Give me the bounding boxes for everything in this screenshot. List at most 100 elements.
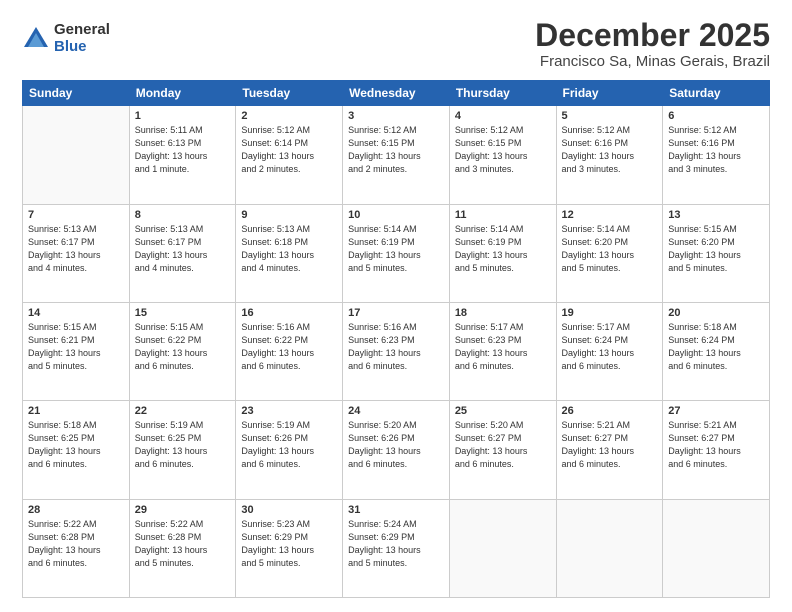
table-row: 9Sunrise: 5:13 AM Sunset: 6:18 PM Daylig… [236,204,343,302]
table-row: 27 Sunrise: 5:21 AM Sunset: 6:27 PM Dayli… [663,401,770,499]
table-row [663,499,770,597]
day-info: Sunrise: 5:18 AM Sunset: 6:24 PM Dayligh… [668,321,764,373]
day-number: 25 [455,405,551,417]
day-number: 16 [241,307,337,319]
page: General Blue December 2025 Francisco Sa,… [0,0,792,612]
day-info: Sunrise: 5:20 AM Sunset: 6:27 PM Dayligh… [455,419,551,471]
table-row: 29 Sunrise: 5:22 AM Sunset: 6:28 PM Dayli… [129,499,236,597]
location: Francisco Sa, Minas Gerais, Brazil [535,53,770,70]
table-row: 2 Sunrise: 5:12 AM Sunset: 6:14 PM Daylig… [236,106,343,204]
day-info: Sunrise: 5:17 AM Sunset: 6:23 PM Dayligh… [455,321,551,373]
table-row: 5 Sunrise: 5:12 AM Sunset: 6:16 PM Daylig… [556,106,663,204]
col-sunday: Sunday [23,81,130,106]
day-number: 24 [348,405,444,417]
month-title: December 2025 [535,18,770,53]
day-info: Sunrise: 5:22 AM Sunset: 6:28 PM Dayligh… [28,518,124,570]
table-row [449,499,556,597]
table-row: 23Sunrise: 5:19 AM Sunset: 6:26 PM Dayli… [236,401,343,499]
day-info: Sunrise: 5:17 AM Sunset: 6:24 PM Dayligh… [562,321,658,373]
logo: General Blue [22,22,110,55]
day-info: Sunrise: 5:16 AM Sunset: 6:22 PM Dayligh… [241,321,337,373]
col-wednesday: Wednesday [343,81,450,106]
day-number: 28 [28,504,124,516]
day-info: Sunrise: 5:12 AM Sunset: 6:16 PM Dayligh… [562,124,658,176]
day-number: 14 [28,307,124,319]
day-info: Sunrise: 5:12 AM Sunset: 6:14 PM Dayligh… [241,124,337,176]
table-row: 15 Sunrise: 5:15 AM Sunset: 6:22 PM Dayli… [129,302,236,400]
day-number: 4 [455,110,551,122]
day-number: 6 [668,110,764,122]
day-info: Sunrise: 5:13 AM Sunset: 6:17 PM Dayligh… [135,223,231,275]
day-number: 3 [348,110,444,122]
table-row: 12 Sunrise: 5:14 AM Sunset: 6:20 PM Dayli… [556,204,663,302]
day-info: Sunrise: 5:18 AM Sunset: 6:25 PM Dayligh… [28,419,124,471]
table-row: 4 Sunrise: 5:12 AM Sunset: 6:15 PM Daylig… [449,106,556,204]
day-info: Sunrise: 5:19 AM Sunset: 6:25 PM Dayligh… [135,419,231,471]
table-row: 3 Sunrise: 5:12 AM Sunset: 6:15 PM Daylig… [343,106,450,204]
day-info: Sunrise: 5:13 AM Sunset: 6:17 PM Dayligh… [28,223,124,275]
table-row: 25 Sunrise: 5:20 AM Sunset: 6:27 PM Dayli… [449,401,556,499]
day-number: 8 [135,209,231,221]
table-row: 24Sunrise: 5:20 AM Sunset: 6:26 PM Dayli… [343,401,450,499]
table-row [23,106,130,204]
col-saturday: Saturday [663,81,770,106]
table-row: 21 Sunrise: 5:18 AM Sunset: 6:25 PM Dayli… [23,401,130,499]
table-row: 18 Sunrise: 5:17 AM Sunset: 6:23 PM Dayli… [449,302,556,400]
day-info: Sunrise: 5:24 AM Sunset: 6:29 PM Dayligh… [348,518,444,570]
day-info: Sunrise: 5:21 AM Sunset: 6:27 PM Dayligh… [668,419,764,471]
day-info: Sunrise: 5:15 AM Sunset: 6:21 PM Dayligh… [28,321,124,373]
day-number: 5 [562,110,658,122]
day-number: 7 [28,209,124,221]
day-number: 1 [135,110,231,122]
day-info: Sunrise: 5:14 AM Sunset: 6:20 PM Dayligh… [562,223,658,275]
day-info: Sunrise: 5:14 AM Sunset: 6:19 PM Dayligh… [348,223,444,275]
day-number: 27 [668,405,764,417]
day-number: 26 [562,405,658,417]
table-row: 7 Sunrise: 5:13 AM Sunset: 6:17 PM Daylig… [23,204,130,302]
table-row: 30 Sunrise: 5:23 AM Sunset: 6:29 PM Dayli… [236,499,343,597]
table-row: 26 Sunrise: 5:21 AM Sunset: 6:27 PM Dayli… [556,401,663,499]
table-row: 1 Sunrise: 5:11 AM Sunset: 6:13 PM Daylig… [129,106,236,204]
day-number: 19 [562,307,658,319]
day-number: 23 [241,405,337,417]
logo-icon [22,25,50,53]
day-info: Sunrise: 5:21 AM Sunset: 6:27 PM Dayligh… [562,419,658,471]
day-info: Sunrise: 5:23 AM Sunset: 6:29 PM Dayligh… [241,518,337,570]
logo-blue: Blue [54,39,110,56]
table-row: 10 Sunrise: 5:14 AM Sunset: 6:19 PM Dayli… [343,204,450,302]
day-info: Sunrise: 5:22 AM Sunset: 6:28 PM Dayligh… [135,518,231,570]
day-number: 29 [135,504,231,516]
day-number: 18 [455,307,551,319]
calendar-header: Sunday Monday Tuesday Wednesday Thursday… [23,81,770,106]
day-info: Sunrise: 5:12 AM Sunset: 6:15 PM Dayligh… [348,124,444,176]
day-number: 15 [135,307,231,319]
col-tuesday: Tuesday [236,81,343,106]
logo-text: General Blue [54,22,110,55]
day-info: Sunrise: 5:15 AM Sunset: 6:22 PM Dayligh… [135,321,231,373]
col-thursday: Thursday [449,81,556,106]
title-block: December 2025 Francisco Sa, Minas Gerais… [535,18,770,70]
table-row: 19 Sunrise: 5:17 AM Sunset: 6:24 PM Dayli… [556,302,663,400]
table-row: 20Sunrise: 5:18 AM Sunset: 6:24 PM Dayli… [663,302,770,400]
day-number: 2 [241,110,337,122]
day-number: 10 [348,209,444,221]
table-row: 31 Sunrise: 5:24 AM Sunset: 6:29 PM Dayli… [343,499,450,597]
day-info: Sunrise: 5:15 AM Sunset: 6:20 PM Dayligh… [668,223,764,275]
day-number: 21 [28,405,124,417]
calendar-body: 1 Sunrise: 5:11 AM Sunset: 6:13 PM Daylig… [23,106,770,598]
day-number: 22 [135,405,231,417]
day-info: Sunrise: 5:12 AM Sunset: 6:15 PM Dayligh… [455,124,551,176]
day-number: 30 [241,504,337,516]
table-row: 13Sunrise: 5:15 AM Sunset: 6:20 PM Dayli… [663,204,770,302]
table-row: 22 Sunrise: 5:19 AM Sunset: 6:25 PM Dayli… [129,401,236,499]
day-number: 31 [348,504,444,516]
col-friday: Friday [556,81,663,106]
header: General Blue December 2025 Francisco Sa,… [22,18,770,70]
day-info: Sunrise: 5:16 AM Sunset: 6:23 PM Dayligh… [348,321,444,373]
day-info: Sunrise: 5:13 AM Sunset: 6:18 PM Dayligh… [241,223,337,275]
day-number: 12 [562,209,658,221]
day-info: Sunrise: 5:14 AM Sunset: 6:19 PM Dayligh… [455,223,551,275]
header-row: Sunday Monday Tuesday Wednesday Thursday… [23,81,770,106]
day-info: Sunrise: 5:11 AM Sunset: 6:13 PM Dayligh… [135,124,231,176]
table-row: 28 Sunrise: 5:22 AM Sunset: 6:28 PM Dayli… [23,499,130,597]
